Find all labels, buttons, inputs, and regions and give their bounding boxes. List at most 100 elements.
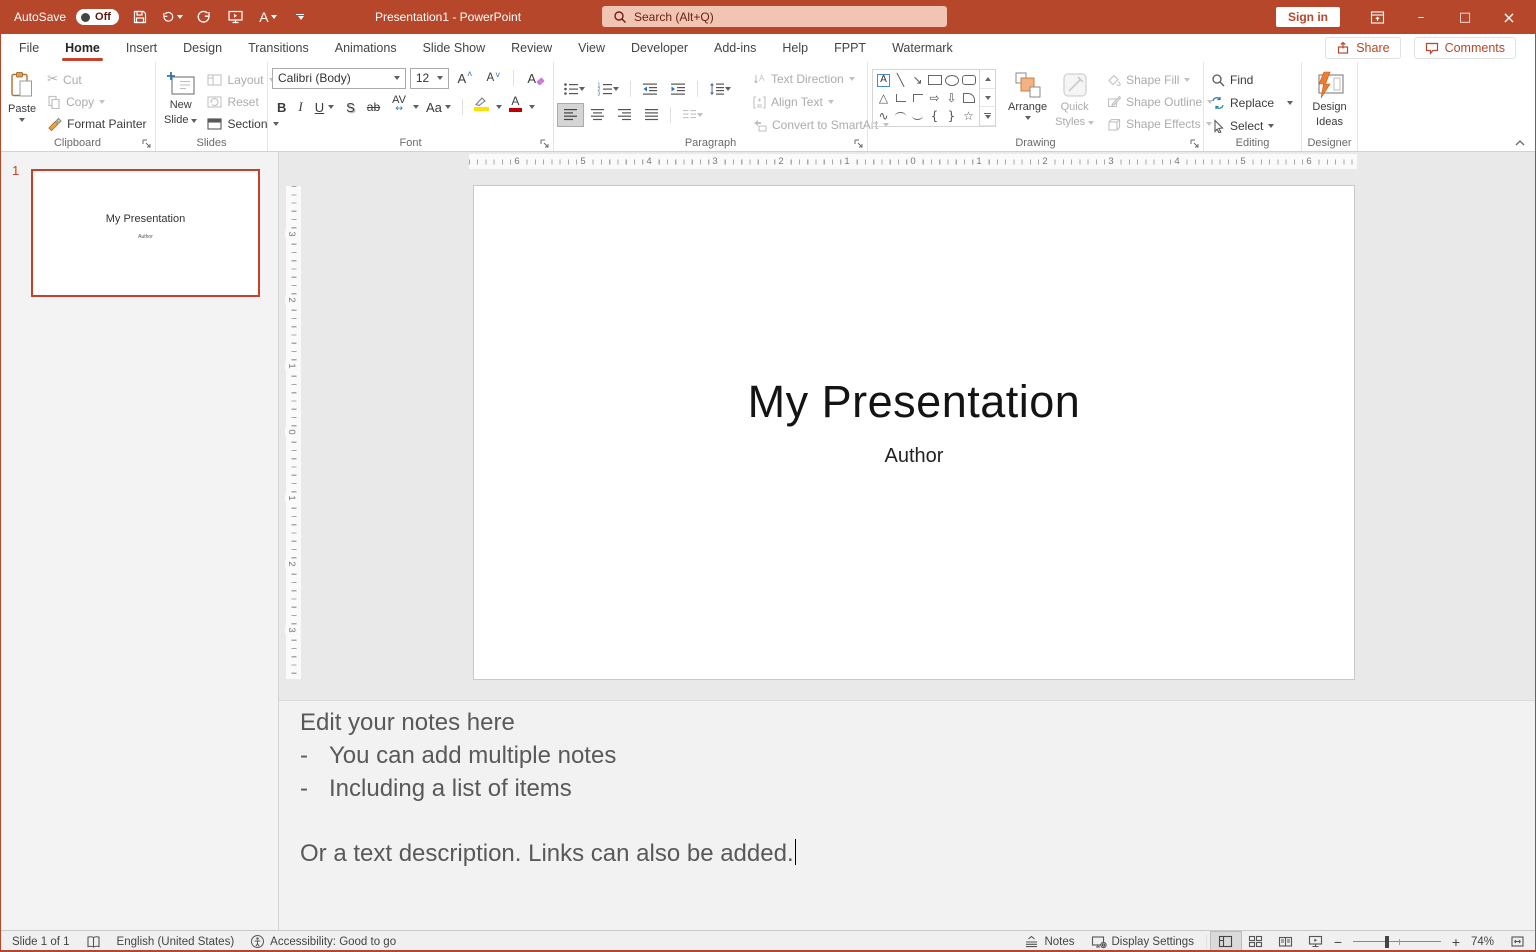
shape-right-brace-icon[interactable]: }	[943, 107, 960, 125]
quick-styles-button[interactable]: Quick Styles	[1051, 69, 1098, 135]
shape-oval-icon[interactable]	[943, 71, 960, 89]
language-button[interactable]: English (United States)	[109, 936, 243, 948]
zoom-in-button[interactable]: +	[1449, 934, 1463, 950]
format-painter-button[interactable]: Format Painter	[44, 114, 149, 135]
comments-button[interactable]: Comments	[1413, 37, 1516, 59]
redo-button[interactable]	[193, 4, 215, 30]
qat-font-button[interactable]: A	[257, 4, 279, 30]
shape-line-icon[interactable]: ╲	[892, 71, 909, 89]
tab-help[interactable]: Help	[769, 34, 821, 62]
display-settings-button[interactable]: Display Settings	[1083, 935, 1202, 949]
character-spacing-button[interactable]: AV ↔	[387, 95, 411, 118]
font-color-button[interactable]: A	[504, 95, 527, 118]
tab-fppt[interactable]: FPPT	[821, 34, 879, 62]
design-ideas-button[interactable]: Design Ideas	[1308, 69, 1350, 135]
align-left-button[interactable]	[557, 102, 584, 127]
notes-toggle-button[interactable]: Notes	[1016, 935, 1082, 948]
sign-in-button[interactable]: Sign in	[1276, 7, 1340, 27]
start-slideshow-button[interactable]	[225, 4, 247, 30]
tab-view[interactable]: View	[565, 34, 618, 62]
numbering-button[interactable]: 123	[592, 78, 624, 100]
autosave-toggle[interactable]: Off	[76, 9, 119, 25]
shape-down-arrow-icon[interactable]: ⇩	[943, 89, 960, 107]
spell-check-button[interactable]	[78, 935, 109, 949]
shape-effects-button[interactable]: Shape Effects	[1104, 114, 1216, 135]
shapes-more-button[interactable]	[980, 107, 995, 127]
shrink-font-button[interactable]: A ˅	[481, 67, 505, 89]
select-button[interactable]: Select	[1208, 115, 1297, 137]
shape-snip-corner-icon[interactable]	[960, 89, 977, 107]
highlight-color-button[interactable]	[469, 96, 494, 118]
tab-developer[interactable]: Developer	[618, 34, 701, 62]
shape-rounded-rectangle-icon[interactable]	[960, 71, 977, 89]
shape-elbow-arrow-icon[interactable]	[909, 89, 926, 107]
maximize-button[interactable]: □	[1444, 0, 1486, 34]
italic-button[interactable]: I	[293, 96, 307, 118]
undo-button[interactable]	[161, 4, 183, 30]
shape-elbow-icon[interactable]	[892, 89, 909, 107]
tab-watermark[interactable]: Watermark	[879, 34, 966, 62]
collapse-ribbon-button[interactable]	[1514, 139, 1526, 147]
underline-button[interactable]: U	[310, 96, 339, 118]
shape-arrow-icon[interactable]: ↘	[909, 71, 926, 89]
zoom-level[interactable]: 74%	[1463, 936, 1502, 948]
slide-canvas[interactable]: My Presentation Author	[474, 186, 1354, 679]
minimize-button[interactable]: –	[1400, 0, 1442, 34]
shape-outline-button[interactable]: Shape Outline	[1104, 91, 1216, 112]
tab-add-ins[interactable]: Add-ins	[701, 34, 769, 62]
tab-review[interactable]: Review	[498, 34, 565, 62]
drawing-dialog-launcher[interactable]	[1190, 139, 1199, 148]
tab-home[interactable]: Home	[52, 34, 113, 62]
search-box[interactable]: Search (Alt+Q)	[602, 6, 947, 27]
slide-show-view-button[interactable]	[1301, 932, 1331, 952]
clear-formatting-button[interactable]: A	[522, 67, 549, 89]
customize-qat-button[interactable]	[289, 4, 311, 30]
save-button[interactable]	[129, 4, 151, 30]
shape-rectangle-icon[interactable]	[926, 71, 943, 89]
zoom-slider-thumb[interactable]	[1384, 935, 1389, 948]
notes-heading[interactable]: Edit your notes here	[300, 709, 515, 737]
shape-fill-button[interactable]: Shape Fill	[1104, 69, 1216, 90]
zoom-slider[interactable]	[1352, 935, 1441, 948]
replace-button[interactable]: Replace	[1208, 92, 1297, 114]
slide-thumbnail[interactable]: My Presentation Author	[31, 169, 260, 297]
accessibility-button[interactable]: Accessibility: Good to go	[242, 934, 404, 949]
new-slide-button[interactable]: New Slide	[160, 69, 201, 135]
bold-button[interactable]: B	[272, 96, 291, 118]
copy-button[interactable]: Copy	[44, 91, 149, 112]
align-center-button[interactable]	[585, 104, 610, 126]
ribbon-display-options-button[interactable]	[1356, 0, 1398, 34]
font-name-select[interactable]: Calibri (Body)	[272, 67, 406, 89]
text-shadow-button[interactable]: S	[341, 96, 360, 118]
bullets-button[interactable]	[558, 78, 590, 100]
shape-star-icon[interactable]: ☆	[960, 107, 977, 125]
decrease-indent-button[interactable]	[637, 78, 663, 100]
slide-subtitle-text[interactable]: Author	[474, 445, 1354, 468]
strikethrough-button[interactable]: ab	[362, 96, 385, 118]
notes-bullet-line[interactable]: - You can add multiple notes	[300, 742, 616, 770]
line-spacing-button[interactable]	[704, 78, 736, 100]
fit-slide-to-window-button[interactable]	[1502, 932, 1532, 952]
columns-button[interactable]	[677, 104, 708, 126]
tab-slide-show[interactable]: Slide Show	[410, 34, 499, 62]
vertical-ruler[interactable]: 3 2 1 0 1 2 3	[285, 186, 301, 679]
change-case-button[interactable]: Aa	[421, 96, 456, 118]
shape-curve-icon[interactable]	[909, 107, 926, 125]
cut-button[interactable]: ✂ Cut	[44, 69, 149, 90]
justify-button[interactable]	[639, 104, 664, 126]
paste-button[interactable]: Paste	[4, 69, 40, 135]
paragraph-dialog-launcher[interactable]	[854, 139, 863, 148]
shapes-scroll-down-button[interactable]	[980, 89, 995, 108]
reading-view-button[interactable]	[1271, 932, 1301, 952]
shapes-scroll-up-button[interactable]	[980, 70, 995, 89]
tab-design[interactable]: Design	[170, 34, 235, 62]
close-button[interactable]: ×	[1488, 0, 1530, 34]
arrange-button[interactable]: Arrange	[1004, 69, 1051, 135]
tab-file[interactable]: File	[6, 34, 52, 62]
slide-counter[interactable]: Slide 1 of 1	[4, 936, 78, 948]
tab-transitions[interactable]: Transitions	[235, 34, 322, 62]
slide-title-text[interactable]: My Presentation	[474, 376, 1354, 428]
font-size-select[interactable]: 12	[409, 67, 449, 89]
clipboard-dialog-launcher[interactable]	[142, 139, 151, 148]
normal-view-button[interactable]	[1209, 930, 1242, 952]
